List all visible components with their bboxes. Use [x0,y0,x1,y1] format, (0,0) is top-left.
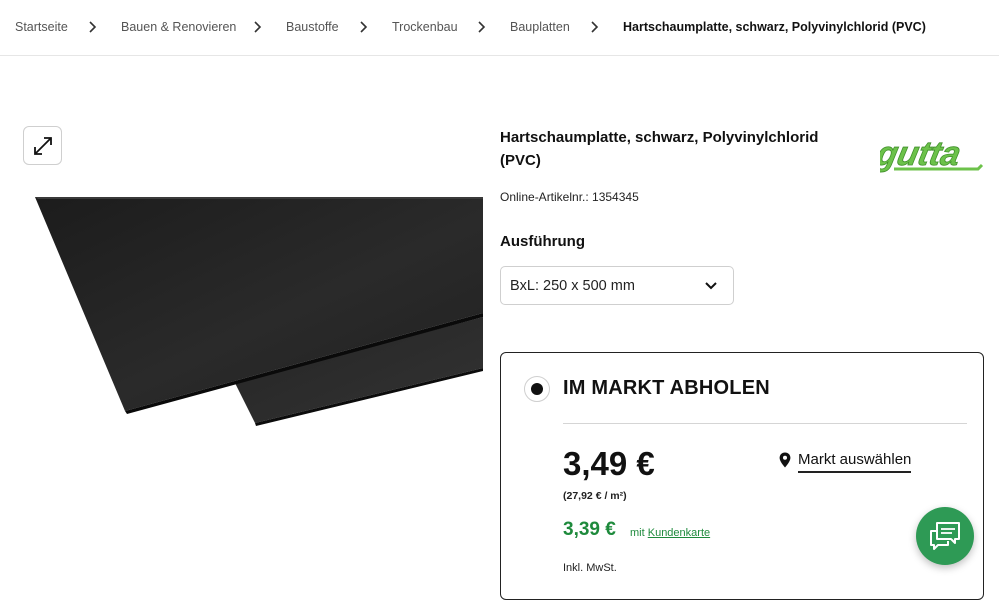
variant-label: Ausführung [500,233,585,250]
product-title: Hartschaumplatte, schwarz, Polyvinylchlo… [500,129,819,169]
variant-selected-value: BxL: 250 x 500 mm [510,278,635,294]
expand-arrows-icon [33,136,52,155]
product-image[interactable] [30,190,490,430]
pickup-title: IM MARKT ABHOLEN [563,377,770,399]
chevron-right-icon [591,21,599,33]
article-number: Online-Artikelnr.: 1354345 [500,190,639,204]
breadcrumb-item-bauplatten[interactable]: Bauplatten [510,20,570,34]
customer-card-note: mit Kundenkarte [630,527,710,539]
chat-button[interactable] [916,507,974,565]
breadcrumb-current: Hartschaumplatte, schwarz, Polyvinylchlo… [623,20,926,34]
customer-card-prefix: mit [630,527,645,539]
pickup-radio[interactable] [524,376,550,402]
svg-text:gutta: gutta [880,135,964,173]
breadcrumb-item-startseite[interactable]: Startseite [15,20,68,34]
select-market-label: Markt auswählen [798,451,912,473]
customer-card-price: 3,39 € [563,519,616,540]
vat-note: Inkl. MwSt. [563,562,617,574]
chat-bubbles-icon [930,522,960,550]
chevron-right-icon [478,21,486,33]
chevron-right-icon [360,21,368,33]
brand-logo[interactable]: gutta [880,131,986,175]
variant-select[interactable]: BxL: 250 x 500 mm [500,266,734,305]
chevron-down-icon [705,282,717,290]
breadcrumb-item-trockenbau[interactable]: Trockenbau [392,20,458,34]
price: 3,49 € [563,445,655,482]
divider [563,423,967,424]
customer-card-link[interactable]: Kundenkarte [648,527,710,539]
chevron-right-icon [254,21,262,33]
breadcrumb: Startseite Bauen & Renovieren Baustoffe … [0,0,999,56]
breadcrumb-item-bauen-renovieren[interactable]: Bauen & Renovieren [121,20,236,34]
location-pin-icon [779,452,791,468]
breadcrumb-item-baustoffe[interactable]: Baustoffe [286,20,339,34]
pickup-option-card[interactable]: IM MARKT ABHOLEN 3,49 € (27,92 € / m²) 3… [500,352,984,600]
zoom-image-button[interactable] [23,126,62,165]
chevron-right-icon [89,21,97,33]
unit-price: (27,92 € / m²) [563,490,627,502]
